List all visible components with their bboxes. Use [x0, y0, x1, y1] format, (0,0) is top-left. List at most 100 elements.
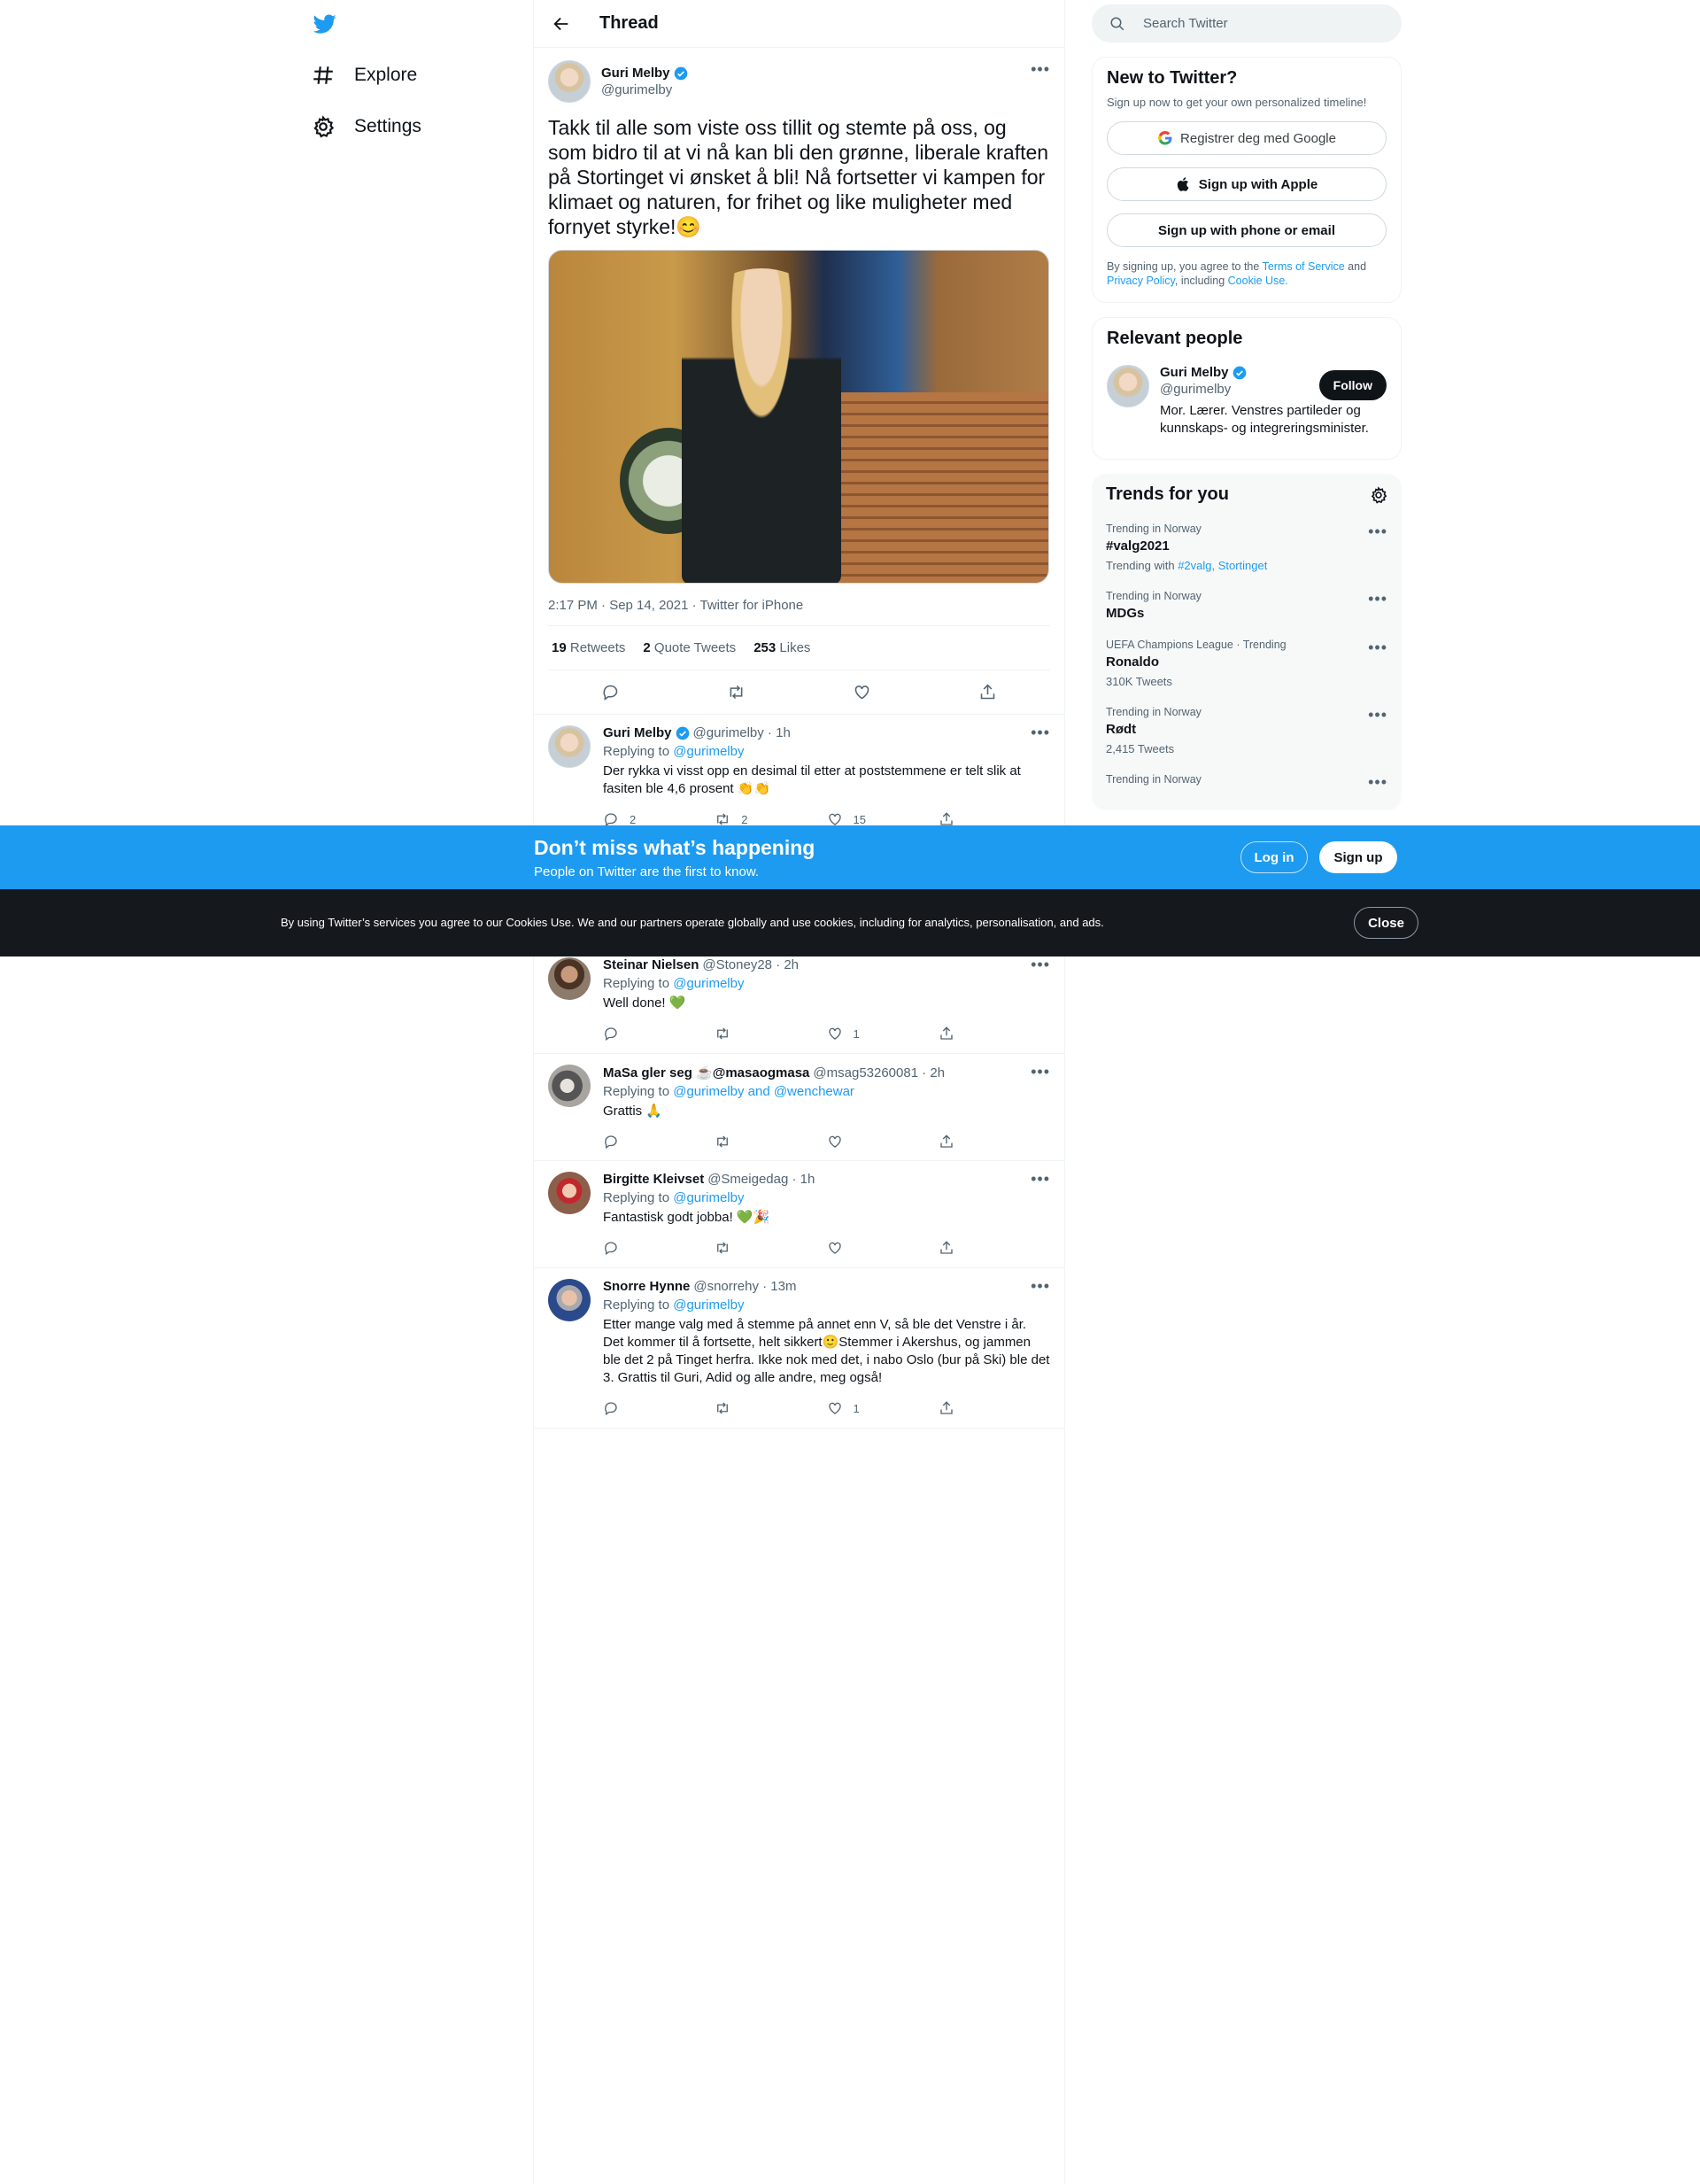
trend-context: Trending in Norway	[1106, 590, 1202, 602]
reply-author-name[interactable]: Steinar Nielsen	[603, 957, 699, 972]
reply-author-name[interactable]: Birgitte Kleivset	[603, 1172, 704, 1187]
banner-title: Don’t miss what’s happening	[534, 836, 815, 859]
like-button[interactable]	[827, 1134, 939, 1150]
share-button[interactable]	[939, 1400, 1050, 1416]
new-to-twitter-card: New to Twitter? Sign up now to get your …	[1092, 57, 1402, 303]
tweet-author: Guri Melby @gurimelby •••	[548, 58, 1050, 105]
quote-tweets-stat[interactable]: 2 Quote Tweets	[643, 640, 736, 655]
avatar[interactable]	[548, 1065, 591, 1107]
replying-to-link[interactable]: @gurimelby and @wenchewar	[673, 1084, 854, 1099]
reply-handle-time[interactable]: @msag53260081 · 2h	[813, 1065, 945, 1080]
trends-title: Trends for you	[1106, 484, 1229, 504]
apple-signup-button[interactable]: Sign up with Apple	[1107, 167, 1387, 201]
likes-stat[interactable]: 253 Likes	[753, 640, 810, 655]
more-options-icon[interactable]: •••	[1031, 1063, 1050, 1081]
follow-button[interactable]: Follow	[1318, 370, 1387, 400]
retweet-button[interactable]	[715, 1240, 826, 1256]
trend-related-links[interactable]: #2valg, Stortinget	[1178, 559, 1267, 572]
cookie-close-button[interactable]: Close	[1354, 907, 1418, 939]
share-button[interactable]	[939, 1240, 1050, 1256]
replying-to-link[interactable]: @gurimelby	[673, 1297, 744, 1313]
reply-button[interactable]	[603, 1400, 715, 1416]
avatar[interactable]	[548, 1172, 591, 1214]
more-options-icon[interactable]: •••	[1368, 639, 1387, 657]
reply-button[interactable]	[603, 1026, 715, 1042]
reply-author-name[interactable]: Snorre Hynne	[603, 1279, 690, 1294]
login-button[interactable]: Log in	[1240, 841, 1308, 873]
author-name[interactable]: Guri Melby	[601, 66, 670, 81]
back-arrow-icon[interactable]	[552, 14, 571, 34]
replying-to-link[interactable]: @gurimelby	[673, 1190, 744, 1205]
replying-to-link[interactable]: @gurimelby	[673, 744, 744, 759]
trend-item[interactable]: UEFA Champions League · Trending Ronaldo…	[1106, 639, 1387, 688]
reply-text: Fantastisk godt jobba! 💚🎉	[603, 1210, 770, 1225]
relevant-person-name[interactable]: Guri Melby	[1160, 365, 1229, 380]
tweet-timestamp[interactable]: 2:17 PM · Sep 14, 2021 · Twitter for iPh…	[548, 598, 1050, 626]
reply-author-name[interactable]: MaSa gler seg ☕@masaogmasa	[603, 1065, 809, 1080]
retweet-button[interactable]	[715, 1026, 826, 1042]
nav-explore[interactable]: Explore	[312, 64, 417, 87]
more-options-icon[interactable]: •••	[1368, 773, 1387, 792]
nav-settings[interactable]: Settings	[312, 115, 421, 138]
share-button[interactable]	[939, 1134, 1050, 1150]
relevant-person[interactable]: Guri Melby @gurimelby Mor. Lærer. Venstr…	[1107, 365, 1387, 445]
trend-item[interactable]: Trending in Norway •••	[1106, 773, 1387, 791]
reply-tweet[interactable]: MaSa gler seg ☕@masaogmasa @msag53260081…	[534, 1054, 1064, 1161]
apple-signup-label: Sign up with Apple	[1198, 176, 1318, 192]
more-options-icon[interactable]: •••	[1031, 724, 1050, 742]
avatar[interactable]	[548, 957, 591, 1000]
more-options-icon[interactable]: •••	[1031, 60, 1050, 79]
retweet-button[interactable]	[715, 1134, 826, 1150]
reply-handle-time[interactable]: @Smeigedag · 1h	[707, 1172, 815, 1187]
apple-logo-icon	[1177, 177, 1189, 191]
gear-icon[interactable]	[1370, 485, 1387, 504]
trend-item[interactable]: Trending in Norway #valg2021 Trending wi…	[1106, 523, 1387, 572]
like-button[interactable]	[827, 1240, 939, 1256]
twitter-logo-icon[interactable]	[312, 12, 338, 35]
like-icon[interactable]	[853, 683, 871, 701]
share-icon[interactable]	[978, 683, 997, 701]
like-button[interactable]: 1	[827, 1400, 939, 1416]
reply-handle-time[interactable]: @snorrehy · 13m	[693, 1279, 796, 1294]
trend-item[interactable]: Trending in Norway MDGs •••	[1106, 590, 1387, 621]
trend-item[interactable]: Trending in Norway Rødt 2,415 Tweets •••	[1106, 706, 1387, 755]
reply-tweet[interactable]: Steinar Nielsen @Stoney28 · 2h ••• Reply…	[534, 947, 1064, 1054]
cookie-link[interactable]: Cookie Use.	[1228, 275, 1288, 287]
reply-handle-time[interactable]: @Stoney28 · 2h	[702, 957, 799, 972]
reply-icon[interactable]	[601, 683, 620, 701]
more-options-icon[interactable]: •••	[1368, 590, 1387, 608]
reply-author-name[interactable]: Guri Melby	[603, 725, 672, 740]
phone-signup-button[interactable]: Sign up with phone or email	[1107, 213, 1387, 247]
replying-to-link[interactable]: @gurimelby	[673, 976, 744, 991]
reply-button[interactable]	[603, 1134, 715, 1150]
reply-button[interactable]	[603, 1240, 715, 1256]
reply-tweet[interactable]: Birgitte Kleivset @Smeigedag · 1h ••• Re…	[534, 1161, 1064, 1268]
like-button[interactable]: 1	[827, 1026, 939, 1042]
more-options-icon[interactable]: •••	[1368, 523, 1387, 541]
retweet-icon[interactable]	[727, 683, 746, 701]
avatar[interactable]	[548, 60, 591, 103]
avatar[interactable]	[548, 1279, 591, 1321]
avatar[interactable]	[548, 725, 591, 768]
retweets-stat[interactable]: 19 Retweets	[552, 640, 625, 655]
more-options-icon[interactable]: •••	[1368, 706, 1387, 724]
search-input[interactable]: Search Twitter	[1092, 4, 1402, 43]
reply-tweet[interactable]: Snorre Hynne @snorrehy · 13m ••• Replyin…	[534, 1268, 1064, 1429]
signup-button[interactable]: Sign up	[1319, 841, 1397, 873]
google-signup-button[interactable]: Registrer deg med Google	[1107, 121, 1387, 155]
trend-context: Trending in Norway	[1106, 773, 1202, 786]
privacy-link[interactable]: Privacy Policy	[1107, 275, 1175, 287]
retweet-button[interactable]	[715, 1400, 826, 1416]
more-options-icon[interactable]: •••	[1031, 1170, 1050, 1189]
reply-handle-time[interactable]: @gurimelby · 1h	[693, 725, 791, 740]
author-handle[interactable]: @gurimelby	[601, 82, 688, 97]
replying-to: Replying to @gurimelby and @wenchewar	[603, 1084, 854, 1099]
avatar[interactable]	[1107, 365, 1149, 407]
tweet-actions	[548, 670, 1050, 714]
terms-link[interactable]: Terms of Service	[1263, 260, 1345, 273]
more-options-icon[interactable]: •••	[1031, 1277, 1050, 1296]
hashtag-icon	[313, 66, 333, 84]
tweet-photo[interactable]	[548, 250, 1049, 584]
more-options-icon[interactable]: •••	[1031, 956, 1050, 974]
share-button[interactable]	[939, 1026, 1050, 1042]
